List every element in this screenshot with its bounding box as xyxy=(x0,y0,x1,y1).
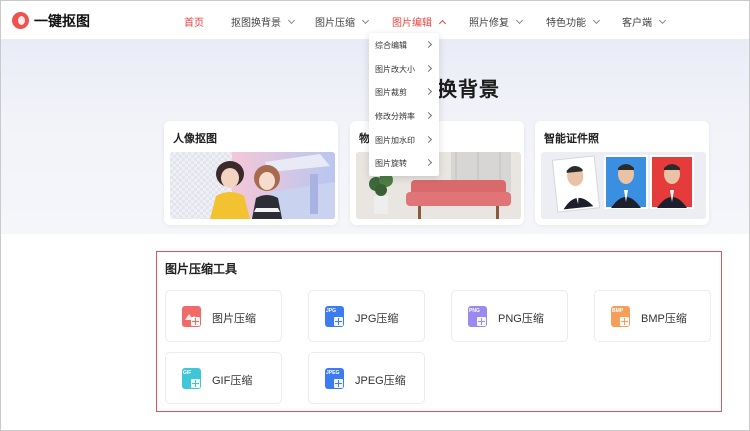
dropdown-item-comprehensive-edit[interactable]: 综合编辑 xyxy=(369,33,439,57)
tool-bmp-compress[interactable]: BMP BMP压缩 xyxy=(594,290,711,342)
gif-file-icon: GIF xyxy=(182,368,201,389)
dropdown-item-label: 图片旋转 xyxy=(375,159,407,168)
compression-tools-section: 图片压缩工具 图片压缩 JPG JPG压缩 PNG PNG压缩 BMP BMP压… xyxy=(156,251,722,412)
png-file-icon: PNG xyxy=(468,306,487,327)
tool-label: GIF压缩 xyxy=(212,375,253,387)
nav-image-edit[interactable]: 图片编辑 xyxy=(392,14,447,29)
nav-client-label: 客户端 xyxy=(622,18,652,29)
hero-title: 换背景 xyxy=(437,79,500,101)
nav-photo-repair[interactable]: 照片修复 xyxy=(469,14,524,29)
chevron-right-icon xyxy=(424,158,433,167)
chevron-right-icon xyxy=(424,40,433,49)
tool-label: JPEG压缩 xyxy=(355,375,406,387)
page-frame: 一键抠图 首页 抠图换背景 图片压缩 图片编辑 照片修复 特色功能 客户端 换背… xyxy=(0,0,750,431)
nav-image-compress-label: 图片压缩 xyxy=(315,18,355,29)
nav-home-label: 首页 xyxy=(184,18,204,29)
tool-label: JPG压缩 xyxy=(355,313,399,325)
brand-name[interactable]: 一键抠图 xyxy=(34,11,90,31)
dropdown-item-crop[interactable]: 图片裁剪 xyxy=(369,80,439,104)
chevron-right-icon xyxy=(424,64,433,73)
nav-cutout-background[interactable]: 抠图换背景 xyxy=(231,14,296,29)
dropdown-item-resolution[interactable]: 修改分辨率 xyxy=(369,104,439,128)
chevron-up-icon xyxy=(438,19,447,27)
id-photo-image xyxy=(541,152,706,219)
tool-label: 图片压缩 xyxy=(212,313,256,325)
dropdown-item-label: 图片加水印 xyxy=(375,136,415,145)
tool-jpg-compress[interactable]: JPG JPG压缩 xyxy=(308,290,425,342)
portrait-image xyxy=(170,152,335,219)
nav-special-features-label: 特色功能 xyxy=(546,18,586,29)
dropdown-item-rotate[interactable]: 图片旋转 xyxy=(369,151,439,175)
section-title: 图片压缩工具 xyxy=(165,262,238,276)
nav-cutout-background-label: 抠图换背景 xyxy=(231,18,281,29)
chevron-down-icon xyxy=(658,16,667,24)
dropdown-item-label: 图片裁剪 xyxy=(375,88,407,97)
tool-gif-compress[interactable]: GIF GIF压缩 xyxy=(165,352,282,404)
jpg-file-icon: JPG xyxy=(325,306,344,327)
card-portrait-cutout[interactable]: 人像抠图 xyxy=(164,121,338,225)
tool-label: PNG压缩 xyxy=(498,313,544,325)
nav-image-compress[interactable]: 图片压缩 xyxy=(315,14,370,29)
chevron-down-icon xyxy=(361,16,370,24)
card-title: 人像抠图 xyxy=(173,133,217,145)
nav-special-features[interactable]: 特色功能 xyxy=(546,14,601,29)
dropdown-item-watermark[interactable]: 图片加水印 xyxy=(369,128,439,152)
tool-label: BMP压缩 xyxy=(641,313,687,325)
jpeg-file-icon: JPEG xyxy=(325,368,344,389)
chevron-down-icon xyxy=(592,16,601,24)
dropdown-item-label: 综合编辑 xyxy=(375,41,407,50)
tool-jpeg-compress[interactable]: JPEG JPEG压缩 xyxy=(308,352,425,404)
nav-photo-repair-label: 照片修复 xyxy=(469,18,509,29)
dropdown-item-resize[interactable]: 图片改大小 xyxy=(369,57,439,81)
nav-image-edit-label: 图片编辑 xyxy=(392,18,432,29)
dropdown-item-label: 图片改大小 xyxy=(375,65,415,74)
dropdown-item-label: 修改分辨率 xyxy=(375,112,415,121)
chevron-right-icon xyxy=(424,111,433,120)
chevron-down-icon xyxy=(515,16,524,24)
card-id-photo[interactable]: 智能证件照 xyxy=(535,121,709,225)
tool-png-compress[interactable]: PNG PNG压缩 xyxy=(451,290,568,342)
image-compress-icon xyxy=(182,306,201,327)
logo-icon[interactable] xyxy=(12,12,29,29)
nav-client[interactable]: 客户端 xyxy=(622,14,667,29)
tool-image-compress[interactable]: 图片压缩 xyxy=(165,290,282,342)
chevron-right-icon xyxy=(424,87,433,96)
bmp-file-icon: BMP xyxy=(611,306,630,327)
image-edit-dropdown: 综合编辑 图片改大小 图片裁剪 修改分辨率 图片加水印 图片旋转 xyxy=(369,33,439,176)
chevron-right-icon xyxy=(424,135,433,144)
chevron-down-icon xyxy=(287,16,296,24)
card-title: 智能证件照 xyxy=(544,133,599,145)
nav-home[interactable]: 首页 xyxy=(184,14,204,29)
